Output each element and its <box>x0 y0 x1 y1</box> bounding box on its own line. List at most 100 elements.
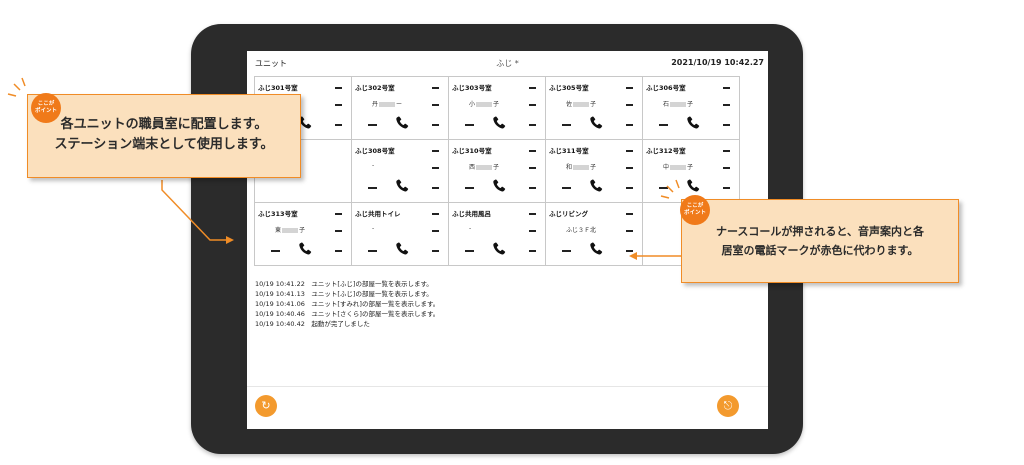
resident-name: 西子 <box>469 164 500 171</box>
log-line: 10/19 10:40.46 ユニット[さくら]の部屋一覧を表示します。 <box>255 310 440 318</box>
status-dash <box>529 213 536 215</box>
room-row: ふじ313号室東子ふじ共用トイレ - ふじ共用風呂 - ふじリビング ふじ３Ｆ北 <box>255 203 740 266</box>
log-line: 10/19 10:41.13 ユニット[ふじ]の部屋一覧を表示します。 <box>255 290 433 298</box>
room-cell[interactable]: ふじ共用風呂 - <box>449 203 546 266</box>
room-name: ふじ共用トイレ <box>355 210 401 218</box>
phone-icon[interactable] <box>491 178 507 194</box>
status-dash <box>723 150 730 152</box>
room-name: ふじ共用風呂 <box>452 210 491 218</box>
phone-icon[interactable] <box>491 241 507 257</box>
resident-name: 小子 <box>469 101 500 108</box>
room-cell[interactable]: ふじ306号室石子 <box>643 77 740 140</box>
point-badge: ここが ポイント <box>31 93 61 123</box>
status-dash <box>432 104 439 106</box>
status-dash <box>626 124 633 126</box>
status-dash <box>562 187 571 189</box>
room-cell[interactable]: ふじ305号室佐子 <box>546 77 643 140</box>
phone-icon[interactable] <box>685 178 701 194</box>
status-dash <box>432 230 439 232</box>
status-dash <box>432 250 439 252</box>
status-dash <box>659 187 668 189</box>
resident-name: 和子 <box>566 164 597 171</box>
status-dash <box>368 124 377 126</box>
room-cell[interactable]: ふじ312号室中子 <box>643 140 740 203</box>
status-dash <box>723 104 730 106</box>
room-cell[interactable]: ふじ303号室小子 <box>449 77 546 140</box>
log-line: 10/19 10:41.22 ユニット[ふじ]の部屋一覧を表示します。 <box>255 280 433 288</box>
phone-icon[interactable] <box>491 115 507 131</box>
callout-station: 各ユニットの職員室に配置します。 ステーション端末として使用します。 <box>27 94 301 178</box>
status-dash <box>335 104 342 106</box>
status-dash <box>529 150 536 152</box>
phone-icon[interactable] <box>394 178 410 194</box>
room-name: ふじ308号室 <box>355 147 395 155</box>
room-cell[interactable]: ふじ313号室東子 <box>255 203 352 266</box>
phone-icon[interactable] <box>685 115 701 131</box>
room-name: ふじリビング <box>549 210 588 218</box>
status-dash <box>432 187 439 189</box>
room-grid: ふじ301号室 ふじ302号室丹ーふじ303号室小子ふじ305号室佐子ふじ306号… <box>254 76 740 266</box>
status-dash <box>626 213 633 215</box>
status-dash <box>626 187 633 189</box>
status-dash <box>659 124 668 126</box>
status-dash <box>723 167 730 169</box>
status-dash <box>335 230 342 232</box>
room-name: ふじ301号室 <box>258 84 298 92</box>
phone-icon[interactable] <box>297 241 313 257</box>
status-dash <box>626 250 633 252</box>
room-name: ふじ303号室 <box>452 84 492 92</box>
status-dash <box>432 87 439 89</box>
status-dash <box>465 250 474 252</box>
room-cell[interactable]: ふじ302号室丹ー <box>352 77 449 140</box>
callout-line: 居室の電話マークが赤色に代わります。 <box>721 244 919 257</box>
room-cell[interactable]: ふじ311号室和子 <box>546 140 643 203</box>
status-dash <box>432 150 439 152</box>
phone-icon[interactable] <box>394 115 410 131</box>
refresh-icon: ↻ <box>261 399 271 412</box>
room-cell[interactable]: ふじリビング ふじ３Ｆ北 <box>546 203 643 266</box>
room-cell[interactable]: ふじ310号室西子 <box>449 140 546 203</box>
callout-line: ステーション端末として使用します。 <box>54 137 274 152</box>
datetime: 2021/10/19 10:42.27 <box>671 58 764 67</box>
status-dash <box>271 250 280 252</box>
status-dash <box>432 213 439 215</box>
status-dash <box>368 250 377 252</box>
room-name: ふじ312号室 <box>646 147 686 155</box>
resident-name: 東子 <box>275 227 306 234</box>
event-log: 10/19 10:41.22 ユニット[ふじ]の部屋一覧を表示します。 10/1… <box>255 279 439 329</box>
logout-icon: ⎋ <box>723 399 733 412</box>
callout-nursecall: ナースコールが押されると、音声案内と各 居室の電話マークが赤色に代わります。 <box>681 199 959 283</box>
resident-name: 中子 <box>663 164 694 171</box>
status-dash <box>529 187 536 189</box>
logout-button[interactable]: ⎋ <box>717 395 739 417</box>
resident-name: - <box>469 225 472 232</box>
status-dash <box>432 124 439 126</box>
room-name: ふじ311号室 <box>549 147 589 155</box>
resident-name: 丹ー <box>372 101 403 108</box>
phone-icon[interactable] <box>394 241 410 257</box>
phone-icon[interactable] <box>588 178 604 194</box>
room-row: ふじ308号室 - ふじ310号室西子ふじ311号室和子ふじ312号室中子 <box>255 140 740 203</box>
status-dash <box>562 124 571 126</box>
room-cell[interactable]: ふじ308号室 - <box>352 140 449 203</box>
status-dash <box>529 167 536 169</box>
status-dash <box>723 187 730 189</box>
phone-icon[interactable] <box>588 115 604 131</box>
log-line: 10/19 10:40.42 起動が完了しました <box>255 320 370 328</box>
point-badge: ここが ポイント <box>680 195 710 225</box>
resident-name: 石子 <box>663 101 694 108</box>
status-dash <box>529 87 536 89</box>
status-dash <box>529 124 536 126</box>
status-dash <box>335 250 342 252</box>
status-dash <box>368 187 377 189</box>
room-cell[interactable]: ふじ共用トイレ - <box>352 203 449 266</box>
status-dash <box>465 187 474 189</box>
resident-name: 佐子 <box>566 101 597 108</box>
divider <box>247 386 768 387</box>
status-dash <box>335 213 342 215</box>
phone-icon[interactable] <box>588 241 604 257</box>
status-dash <box>529 250 536 252</box>
top-bar: ユニット ふじ * 2021/10/19 10:42.27 <box>247 51 768 73</box>
status-dash <box>626 87 633 89</box>
refresh-button[interactable]: ↻ <box>255 395 277 417</box>
